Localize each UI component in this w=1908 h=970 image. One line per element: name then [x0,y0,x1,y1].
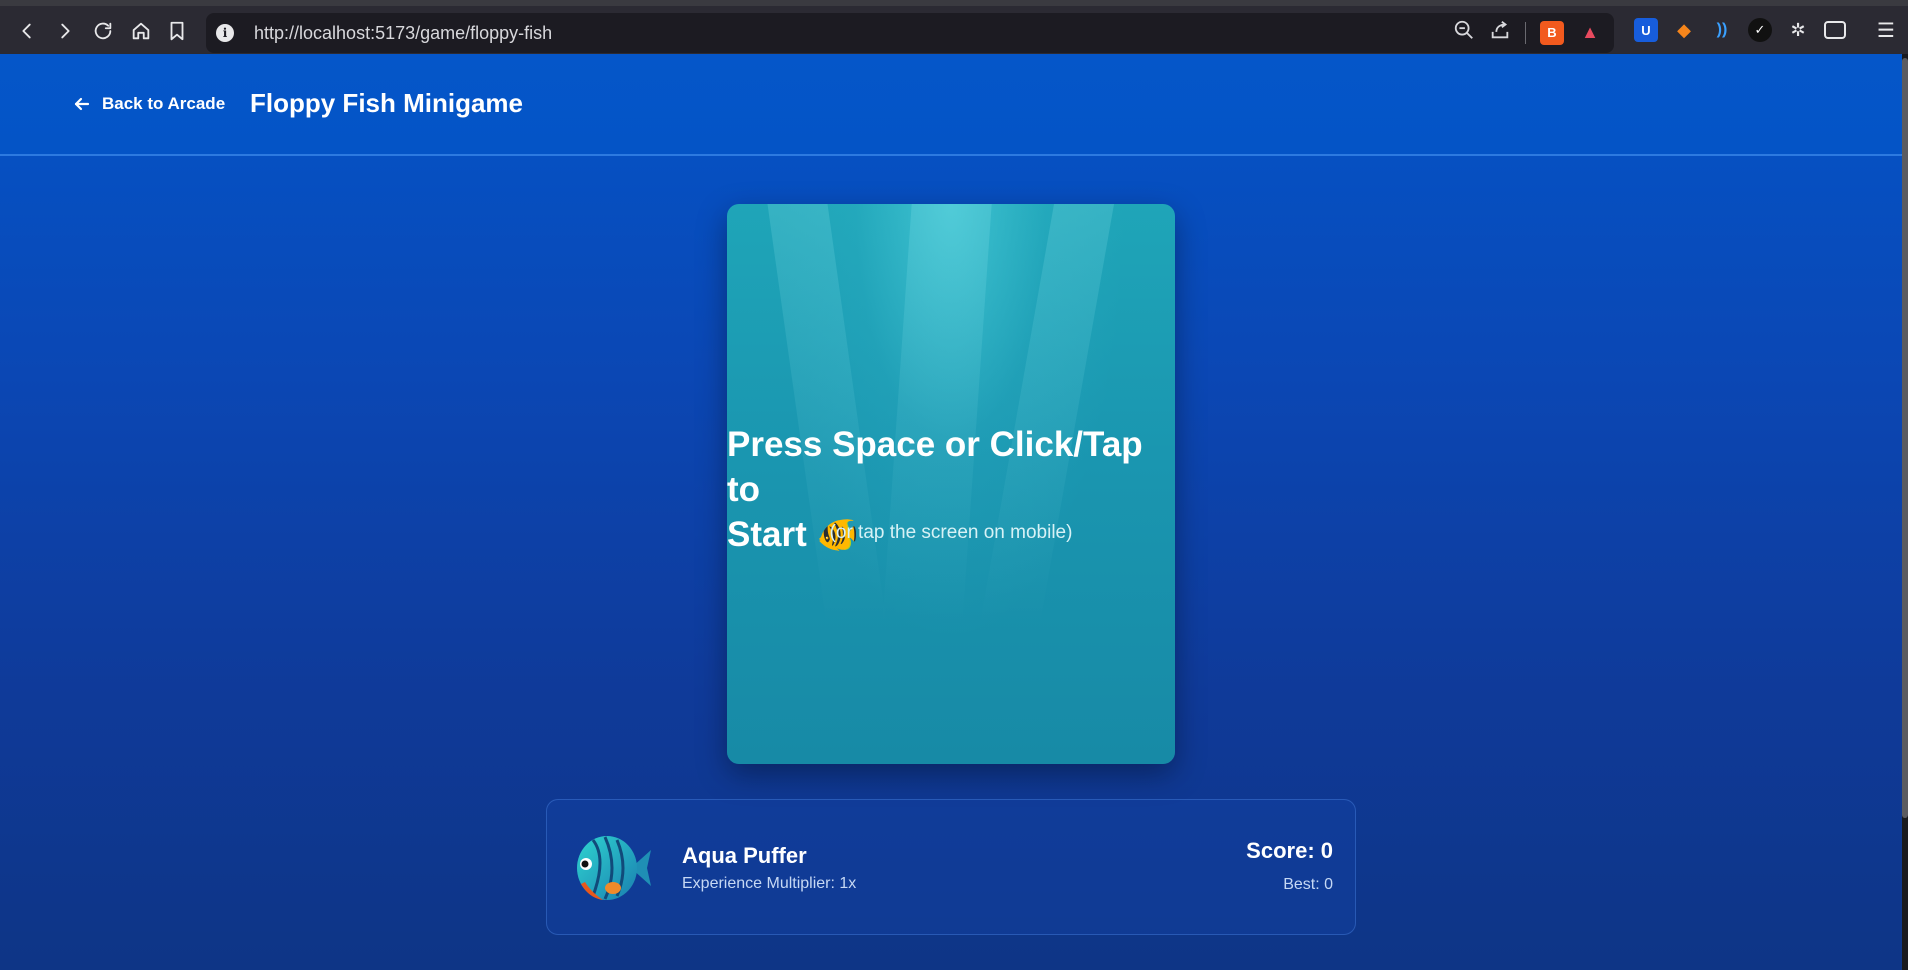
light-ray [767,204,887,624]
metamask-icon[interactable]: ◆ [1672,18,1696,42]
url-text[interactable]: http://localhost:5173/game/floppy-fish [254,23,552,44]
start-prompt-line1: Press Space or Click/Tap to [727,425,1143,509]
game-canvas[interactable]: Press Space or Click/Tap to Start 🐠 (or … [727,204,1175,764]
fish-avatar-icon [577,836,651,900]
app-header: Back to Arcade Floppy Fish Minigame [0,54,1902,156]
bitwarden-icon[interactable]: U [1634,18,1658,42]
browser-toolbar: i http://localhost:5173/game/floppy-fish… [0,0,1908,54]
extensions-puzzle-icon[interactable]: ✲ [1786,18,1810,42]
mobile-hint: (or tap the screen on mobile) [829,522,1073,543]
game-page: Back to Arcade Floppy Fish Minigame Pres… [0,54,1902,970]
light-ray [882,204,992,624]
forward-icon[interactable] [48,14,82,48]
screenshot-icon[interactable] [1824,21,1846,39]
brave-icon[interactable]: B [1540,20,1564,45]
back-icon[interactable] [10,14,44,48]
score-label: Score: 0 [1246,838,1333,863]
fish-info-card: Aqua Puffer Experience Multiplier: 1x Sc… [546,799,1356,935]
best-score-label: Best: 0 [1283,876,1333,893]
menu-icon[interactable]: ☰ [1874,18,1898,42]
share-icon[interactable] [1489,19,1511,46]
rewards-icon[interactable]: ▲ [1578,21,1602,45]
back-to-arcade-label: Back to Arcade [102,94,226,113]
page-title: Floppy Fish Minigame [250,88,524,118]
address-bar[interactable]: i http://localhost:5173/game/floppy-fish… [206,13,1614,53]
info-icon[interactable]: i [216,24,234,42]
zoom-icon[interactable] [1453,19,1475,46]
arrow-left-icon [74,97,90,111]
fish-name: Aqua Puffer [682,843,807,868]
extension-icon[interactable]: ✓ [1748,18,1772,42]
light-ray [979,204,1115,624]
separator [1525,21,1526,44]
home-icon[interactable] [124,14,158,48]
scrollbar-thumb[interactable] [1902,58,1908,818]
reload-icon[interactable] [86,14,120,48]
back-to-arcade-link[interactable]: Back to Arcade [74,94,225,114]
audio-extension-icon[interactable]: )) [1710,18,1734,42]
experience-multiplier: Experience Multiplier: 1x [682,875,857,892]
bookmark-icon[interactable] [160,14,194,48]
